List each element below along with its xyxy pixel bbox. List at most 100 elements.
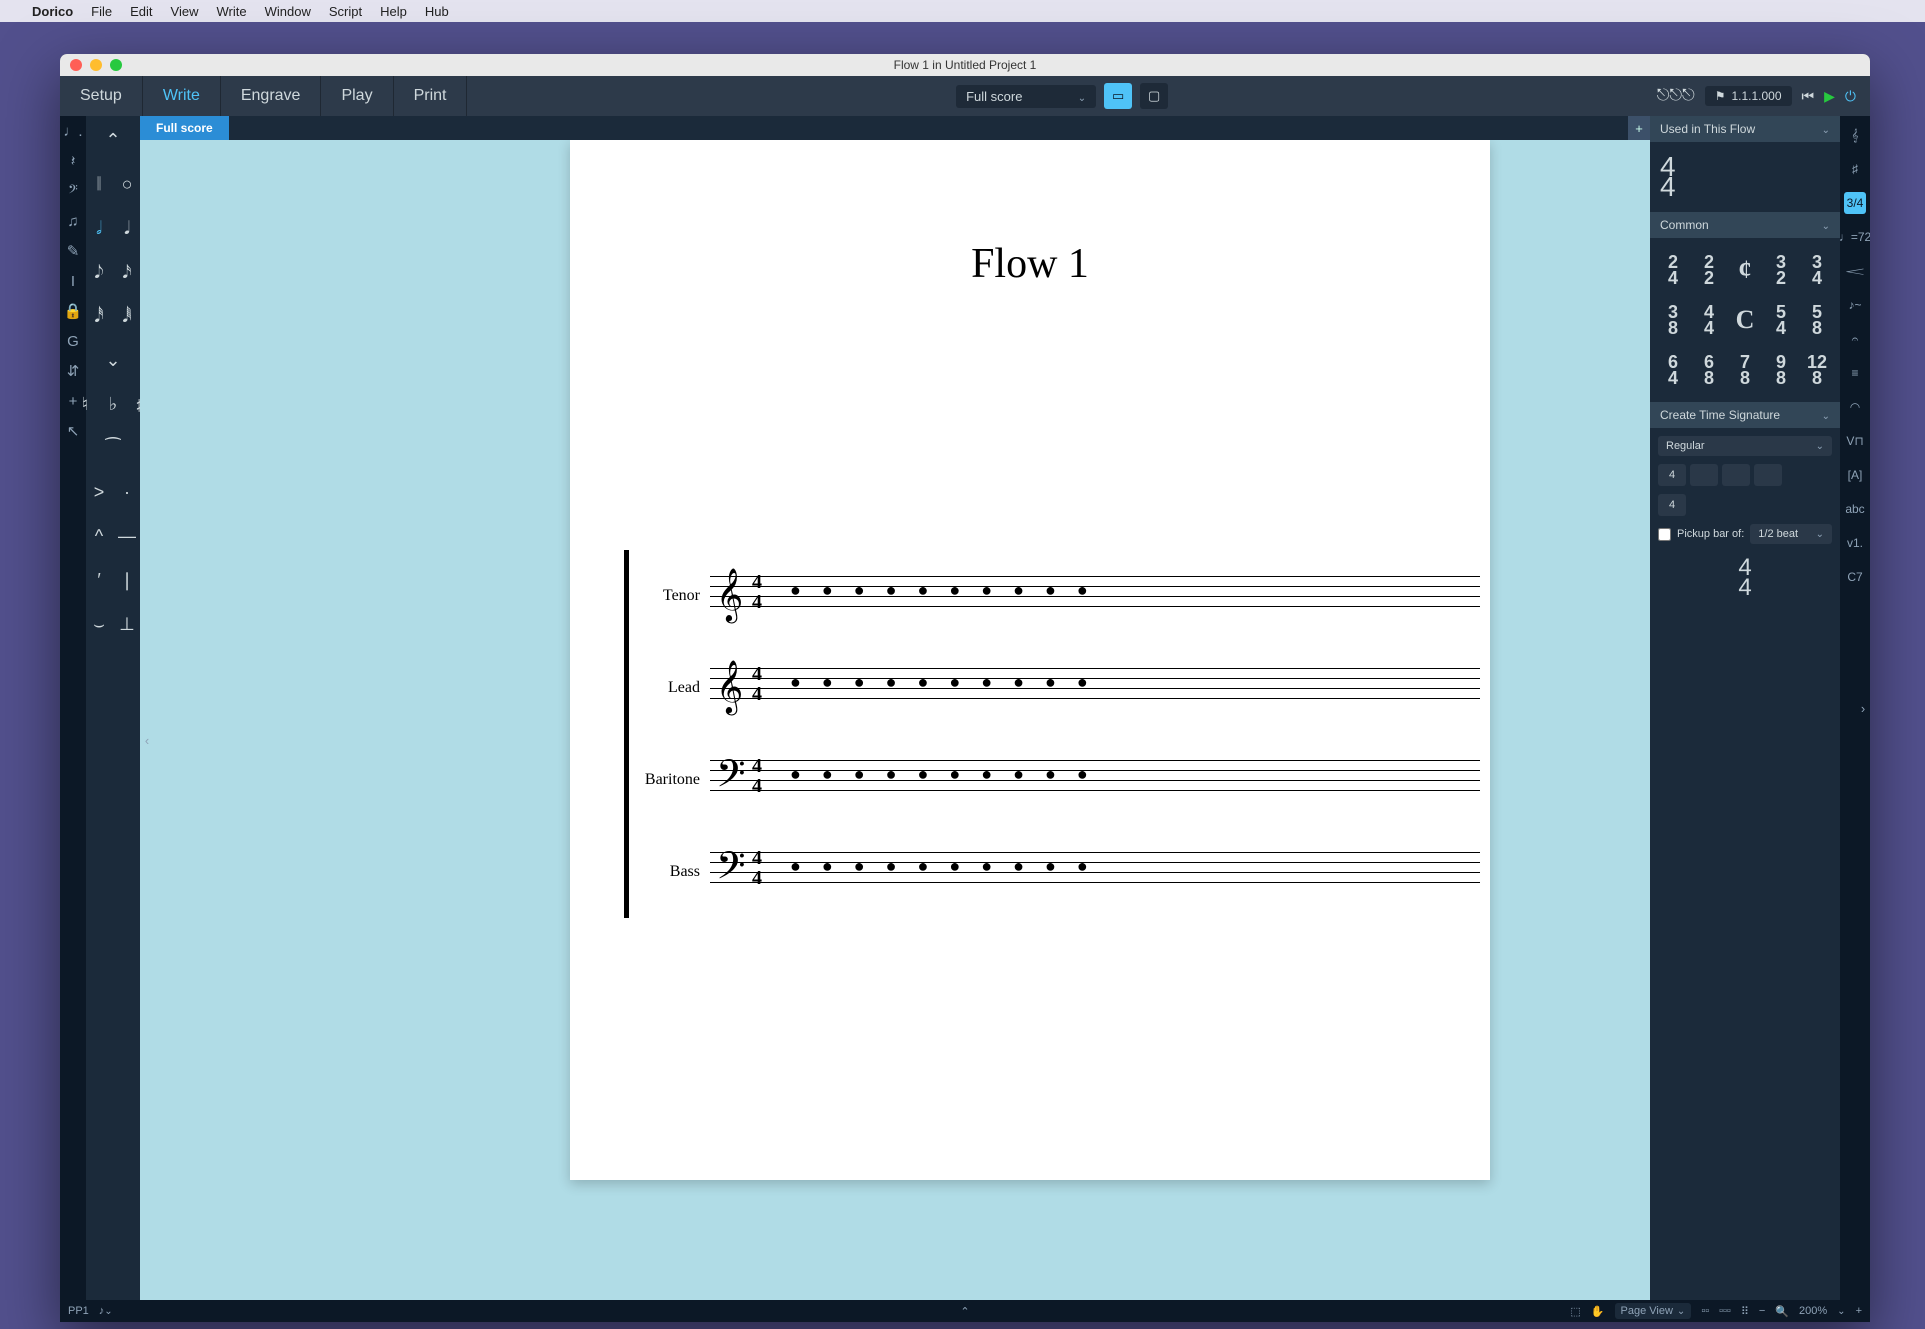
galley-view-button[interactable]: ▭ bbox=[1104, 83, 1132, 109]
tempo-panel-button[interactable]: ♩=72 bbox=[1844, 226, 1866, 248]
text-panel-button[interactable]: abc bbox=[1844, 498, 1866, 520]
create-panel-header[interactable]: Create Time Signature bbox=[1650, 402, 1840, 428]
menu-edit[interactable]: Edit bbox=[130, 4, 152, 19]
holds-panel-button[interactable]: ◠ bbox=[1844, 396, 1866, 418]
add-tab-button[interactable]: + bbox=[1628, 116, 1650, 140]
swap-icon[interactable]: ⇵ bbox=[64, 362, 82, 380]
note-duration-button[interactable]: ⌣ bbox=[89, 609, 109, 639]
numerator-3[interactable] bbox=[1722, 464, 1750, 486]
layout-selector[interactable]: Full score bbox=[956, 85, 1096, 108]
playing-panel-button[interactable]: V⊓ bbox=[1844, 430, 1866, 452]
menu-script[interactable]: Script bbox=[329, 4, 362, 19]
menu-help[interactable]: Help bbox=[380, 4, 407, 19]
menu-view[interactable]: View bbox=[171, 4, 199, 19]
note-duration-button[interactable]: 𝅘𝅥𝅯 bbox=[117, 257, 137, 287]
numerator-2[interactable] bbox=[1690, 464, 1718, 486]
time-sig-panel-button[interactable]: 3/4 bbox=[1844, 192, 1866, 214]
marquee-icon[interactable]: ⬚ bbox=[1570, 1305, 1580, 1318]
mode-engrave-button[interactable]: Engrave bbox=[221, 76, 322, 116]
edit-icon[interactable]: ✎ bbox=[64, 242, 82, 260]
staff-lines[interactable]: 𝄢44● ● ● ● ● ● ● ● ● ● bbox=[710, 852, 1480, 892]
staff-baritone[interactable]: Baritone𝄢44● ● ● ● ● ● ● ● ● ● bbox=[630, 734, 1480, 826]
menu-dorico[interactable]: Dorico bbox=[32, 4, 73, 19]
rewind-icon[interactable]: ⏮ bbox=[1802, 88, 1815, 105]
spread-horiz-icon[interactable]: ▫▫ bbox=[1701, 1305, 1709, 1317]
time-sig-54[interactable]: 54 bbox=[1766, 298, 1796, 342]
note-duration-button[interactable]: ♮ bbox=[75, 389, 95, 419]
dotted-icon[interactable]: ♩. bbox=[64, 122, 82, 140]
menu-window[interactable]: Window bbox=[265, 4, 311, 19]
mode-write-button[interactable]: Write bbox=[143, 76, 221, 116]
note-duration-button[interactable]: ^ bbox=[89, 521, 109, 551]
common-panel-header[interactable]: Common bbox=[1650, 212, 1840, 238]
staff-bass[interactable]: Bass𝄢44● ● ● ● ● ● ● ● ● ● bbox=[630, 826, 1480, 918]
note-duration-button[interactable]: ⌄ bbox=[103, 345, 123, 375]
page-view-button[interactable]: ▢ bbox=[1140, 83, 1168, 109]
note-duration-button[interactable]: ⁀ bbox=[103, 433, 123, 463]
notes[interactable]: ● ● ● ● ● ● ● ● ● ● bbox=[790, 672, 1096, 693]
notes[interactable]: ● ● ● ● ● ● ● ● ● ● bbox=[790, 580, 1096, 601]
select-icon[interactable]: ↖ bbox=[64, 422, 82, 440]
menu-hub[interactable]: Hub bbox=[425, 4, 449, 19]
chevron-down-icon[interactable] bbox=[104, 1305, 112, 1317]
accidentals-panel-button[interactable]: ♯ bbox=[1844, 158, 1866, 180]
time-sig-64[interactable]: 64 bbox=[1658, 348, 1688, 392]
ornaments-panel-button[interactable]: ♪~ bbox=[1844, 294, 1866, 316]
play-icon[interactable]: ▶ bbox=[1824, 88, 1835, 105]
transport-position[interactable]: ⚑ 1.1.1.000 bbox=[1705, 86, 1792, 106]
pickup-value-selector[interactable]: 1/2 beat bbox=[1750, 524, 1832, 544]
bottom-panel-toggle[interactable]: ⌃ bbox=[960, 1305, 969, 1318]
hand-icon[interactable]: ✋ bbox=[1591, 1305, 1605, 1318]
note-duration-button[interactable]: 𝅘𝅥𝅱 bbox=[117, 301, 137, 331]
time-sig-¢[interactable]: ¢ bbox=[1730, 248, 1760, 292]
mode-setup-button[interactable]: Setup bbox=[60, 76, 143, 116]
time-sig-24[interactable]: 24 bbox=[1658, 248, 1688, 292]
note-duration-button[interactable]: — bbox=[117, 521, 137, 551]
clefs-panel-button[interactable]: 𝄞 bbox=[1844, 124, 1866, 146]
beam-icon[interactable]: ♫ bbox=[64, 212, 82, 230]
used-time-sig[interactable]: 4 4 bbox=[1660, 157, 1676, 197]
time-sig-44[interactable]: 44 bbox=[1694, 298, 1724, 342]
menu-write[interactable]: Write bbox=[216, 4, 246, 19]
bars-panel-button[interactable]: ≡ bbox=[1844, 362, 1866, 384]
note-duration-button[interactable]: ♭ bbox=[103, 389, 123, 419]
lyrics-panel-button[interactable]: v1. bbox=[1844, 532, 1866, 554]
note-duration-button[interactable]: ′ bbox=[89, 565, 109, 595]
time-sig-58[interactable]: 58 bbox=[1802, 298, 1832, 342]
structure-panel-button[interactable]: 𝄐 bbox=[1844, 328, 1866, 350]
pickup-checkbox[interactable] bbox=[1658, 528, 1671, 541]
rehearsal-panel-button[interactable]: [A] bbox=[1844, 464, 1866, 486]
note-duration-button[interactable]: > bbox=[89, 477, 109, 507]
clef-sel-icon[interactable]: 𝄢 bbox=[64, 182, 82, 200]
note-duration-button[interactable]: 𝄁 bbox=[89, 169, 109, 199]
dynamics-panel-button[interactable]: 𝆒 bbox=[1844, 260, 1866, 282]
power-icon[interactable]: ⏻ bbox=[1845, 88, 1856, 105]
page-viewport[interactable]: Flow 1 Tenor𝄞44● ● ● ● ● ● ● ● ● ●Lead𝄞4… bbox=[140, 140, 1650, 1300]
note-duration-button[interactable]: 𝅘𝅥𝅰 bbox=[89, 301, 109, 331]
chevron-down-icon[interactable] bbox=[1837, 1305, 1845, 1317]
view-mode-selector[interactable]: Page View bbox=[1615, 1303, 1692, 1319]
grid-icon[interactable]: ⠿ bbox=[1741, 1305, 1749, 1318]
mixer-icon[interactable]: ⎋⎋⎋ bbox=[1657, 87, 1695, 105]
staff-lines[interactable]: 𝄢44● ● ● ● ● ● ● ● ● ● bbox=[710, 760, 1480, 800]
right-panel-toggle[interactable]: › bbox=[1856, 688, 1870, 728]
mode-play-button[interactable]: Play bbox=[321, 76, 393, 116]
notes[interactable]: ● ● ● ● ● ● ● ● ● ● bbox=[790, 764, 1096, 785]
staff-lines[interactable]: 𝄞44● ● ● ● ● ● ● ● ● ● bbox=[710, 576, 1480, 616]
note-duration-button[interactable]: 𝅗𝅥 bbox=[89, 213, 109, 243]
note-duration-button[interactable]: ⌃ bbox=[103, 125, 123, 155]
note-duration-button[interactable]: ⊥ bbox=[117, 609, 137, 639]
time-sig-38[interactable]: 38 bbox=[1658, 298, 1688, 342]
numerator-4[interactable] bbox=[1754, 464, 1782, 486]
lock-icon[interactable]: 🔒 bbox=[64, 302, 82, 320]
note-duration-button[interactable]: ○ bbox=[117, 169, 137, 199]
zoom-out-button[interactable]: − bbox=[1759, 1305, 1765, 1317]
chords-panel-button[interactable]: C7 bbox=[1844, 566, 1866, 588]
note-duration-button[interactable]: ❘ bbox=[117, 565, 137, 595]
menu-file[interactable]: File bbox=[91, 4, 112, 19]
staff-tenor[interactable]: Tenor𝄞44● ● ● ● ● ● ● ● ● ● bbox=[630, 550, 1480, 642]
zoom-level[interactable]: 200% bbox=[1799, 1305, 1827, 1317]
note-duration-button[interactable]: · bbox=[117, 477, 137, 507]
rest-icon[interactable]: 𝄽 bbox=[64, 152, 82, 170]
time-sig-22[interactable]: 22 bbox=[1694, 248, 1724, 292]
